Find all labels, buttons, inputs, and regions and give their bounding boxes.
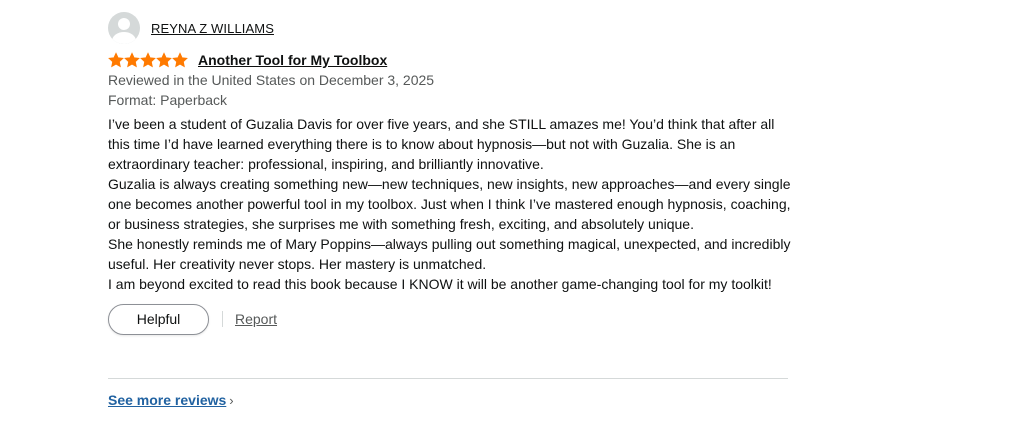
star-icon xyxy=(172,52,188,68)
see-more-reviews-link[interactable]: See more reviews › xyxy=(108,392,234,408)
review-paragraph: Guzalia is always creating something new… xyxy=(108,176,791,232)
chevron-right-icon: › xyxy=(229,393,234,408)
reviewer-profile[interactable]: REYNA Z WILLIAMS xyxy=(108,12,798,44)
star-icon xyxy=(124,52,140,68)
review-title-row: Another Tool for My Toolbox xyxy=(108,50,798,70)
star-icon xyxy=(140,52,156,68)
star-rating[interactable] xyxy=(108,52,188,68)
star-icon xyxy=(156,52,172,68)
review-title-link[interactable]: Another Tool for My Toolbox xyxy=(198,52,387,68)
review-date: Reviewed in the United States on Decembe… xyxy=(108,72,435,88)
review-body: I’ve been a student of Guzalia Davis for… xyxy=(108,114,798,294)
reviewer-name-link[interactable]: REYNA Z WILLIAMS xyxy=(151,21,274,36)
customer-review: REYNA Z WILLIAMS Another Tool for My Too… xyxy=(108,12,798,335)
review-format: Format: Paperback xyxy=(108,92,228,108)
star-icon xyxy=(108,52,124,68)
default-user-avatar-icon[interactable] xyxy=(108,12,140,44)
review-paragraph: I’ve been a student of Guzalia Davis for… xyxy=(108,116,775,172)
see-more-reviews-label[interactable]: See more reviews xyxy=(108,392,226,408)
review-paragraph: I am beyond excited to read this book be… xyxy=(108,276,772,292)
review-paragraph: She honestly reminds me of Mary Poppins—… xyxy=(108,236,791,272)
section-divider xyxy=(108,378,788,379)
report-link[interactable]: Report xyxy=(235,311,277,327)
action-divider xyxy=(222,311,223,327)
helpful-button[interactable]: Helpful xyxy=(108,303,209,335)
review-actions: Helpful Report xyxy=(108,303,798,335)
